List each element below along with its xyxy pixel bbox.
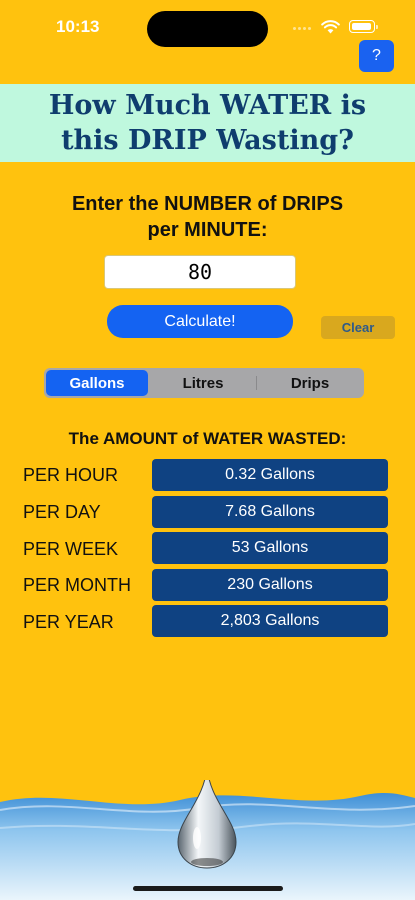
prompt-line-2: per MINUTE: (147, 219, 268, 241)
result-label-month: PER MONTH (23, 575, 131, 595)
signal-dots-icon (293, 27, 317, 31)
results-header: The AMOUNT of WATER WASTED: (68, 429, 347, 448)
drips-prompt: Enter the NUMBER of DRIPS per MINUTE: (0, 191, 415, 243)
title-banner: How Much WATER is this DRIP Wasting? (0, 84, 415, 162)
unit-option-litres[interactable]: Litres (152, 370, 254, 396)
water-drop-icon (177, 780, 237, 869)
unit-selector: Gallons Litres Drips (44, 368, 364, 398)
status-bar: 10:13 (0, 0, 415, 55)
segment-divider (256, 376, 257, 390)
unit-option-drips[interactable]: Drips (258, 370, 362, 396)
calculate-button[interactable]: Calculate! (107, 305, 293, 338)
result-value-week: 53 Gallons (152, 532, 388, 564)
result-value-day: 7.68 Gallons (152, 496, 388, 528)
drips-per-minute-input[interactable]: 80 (104, 255, 296, 289)
wifi-icon (321, 20, 340, 34)
result-label-hour: PER HOUR (23, 465, 119, 485)
result-label-year: PER YEAR (23, 612, 114, 632)
dynamic-island (147, 11, 268, 47)
water-illustration (0, 780, 415, 900)
result-value-year: 2,803 Gallons (152, 605, 388, 637)
result-value-hour: 0.32 Gallons (152, 459, 388, 491)
home-indicator[interactable] (133, 886, 283, 891)
title-line-1: How Much WATER is (48, 90, 367, 121)
unit-option-gallons[interactable]: Gallons (46, 370, 148, 396)
result-label-week: PER WEEK (23, 539, 119, 559)
title-line-2: this DRIP Wasting? (61, 125, 354, 156)
clear-button[interactable]: Clear (321, 316, 395, 339)
battery-icon (349, 20, 378, 33)
status-time: 10:13 (56, 17, 100, 36)
help-button[interactable]: ? (359, 40, 394, 72)
result-value-month: 230 Gallons (152, 569, 388, 601)
result-label-day: PER DAY (23, 502, 101, 522)
prompt-line-1: Enter the NUMBER of DRIPS (71, 193, 344, 215)
